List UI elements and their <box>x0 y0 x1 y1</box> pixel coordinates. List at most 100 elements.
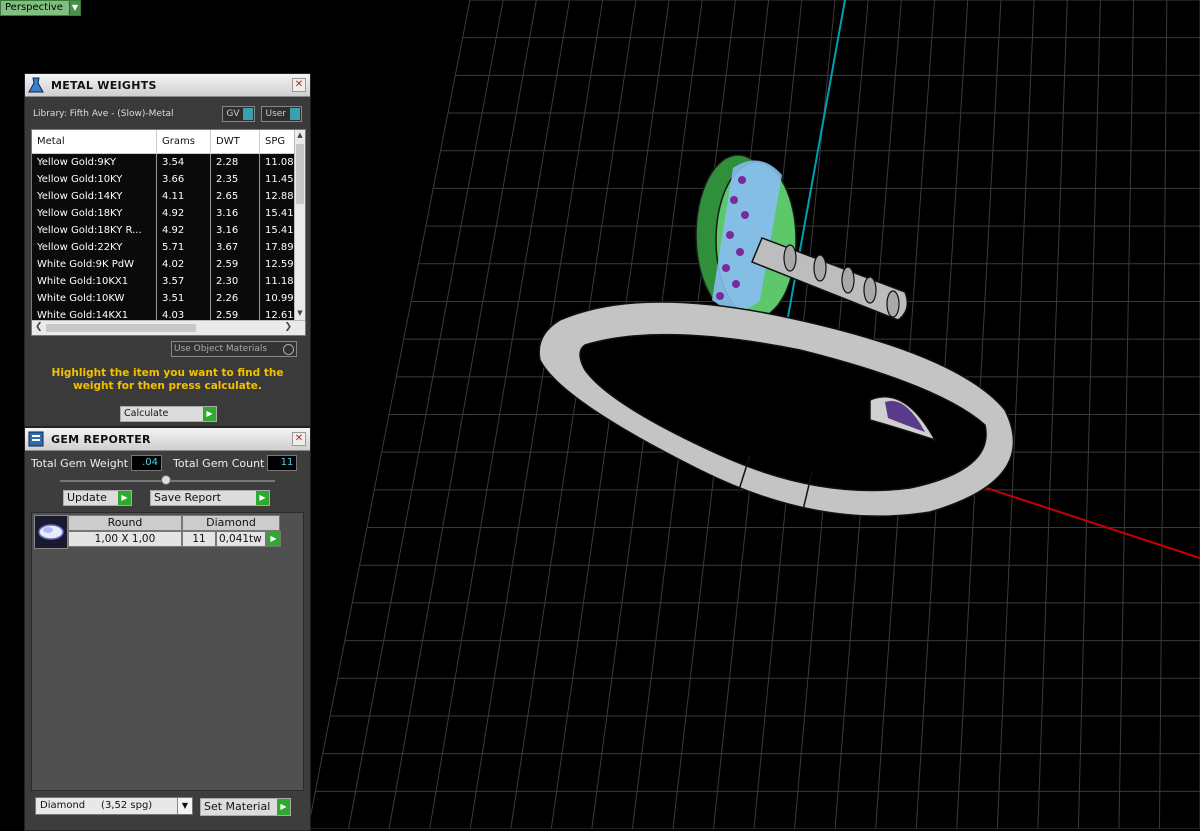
spg-cell: 10.99 <box>259 290 297 307</box>
col-spg[interactable]: SPG <box>259 130 297 154</box>
table-row[interactable]: White Gold:9K PdW 4.02 2.59 12.59 <box>32 256 297 273</box>
gem-reporter-title: GEM REPORTER <box>51 432 151 446</box>
toggle-knob-icon <box>243 108 254 120</box>
spg-cell: 11.45 <box>259 171 297 188</box>
total-gem-weight-label: Total Gem Weight <box>31 456 129 470</box>
vertical-scrollbar[interactable]: ▲ ▼ <box>294 130 305 320</box>
chevron-down-icon[interactable]: ▼ <box>177 798 192 814</box>
perspective-view-tab[interactable]: Perspective ▼ <box>0 0 81 16</box>
spg-cell: 17.89 <box>259 239 297 256</box>
total-gem-count-value: 11 <box>267 455 298 471</box>
gem-list[interactable]: Round Diamond 1,00 X 1,00 11 0,041tw ▶ <box>31 512 304 791</box>
spg-cell: 15.41 <box>259 222 297 239</box>
grams-cell: 3.54 <box>156 153 211 171</box>
play-icon[interactable]: ▶ <box>266 531 281 547</box>
ring-model[interactable] <box>538 154 1015 517</box>
table-row[interactable]: Yellow Gold:18KY R... 4.92 3.16 15.41 <box>32 222 297 239</box>
total-gem-weight-value: .04 <box>131 455 163 471</box>
spg-cell: 15.41 <box>259 205 297 222</box>
save-report-label: Save Report <box>154 491 221 504</box>
metal-table-header: Metal Grams DWT SPG <box>32 130 297 154</box>
table-row[interactable]: Yellow Gold:9KY 3.54 2.28 11.08 <box>32 153 297 171</box>
dwt-cell: 3.16 <box>210 205 260 222</box>
gv-toggle[interactable]: GV <box>222 106 256 122</box>
metal-cell: White Gold:10KW <box>32 290 157 307</box>
gem-slider[interactable] <box>60 475 275 485</box>
dwt-cell: 2.59 <box>210 256 260 273</box>
scroll-up-icon[interactable]: ▲ <box>295 131 305 141</box>
col-metal[interactable]: Metal <box>32 130 157 154</box>
play-icon: ▶ <box>256 491 269 505</box>
material-select[interactable]: Diamond (3,52 spg) ▼ <box>35 797 193 815</box>
use-object-materials-label: Use Object Materials <box>174 344 268 354</box>
chevron-down-icon[interactable]: ▼ <box>68 1 80 15</box>
table-row[interactable]: Yellow Gold:22KY 5.71 3.67 17.89 <box>32 239 297 256</box>
update-label: Update <box>67 491 107 504</box>
gem-reporter-titlebar[interactable]: GEM REPORTER ✕ <box>25 428 310 451</box>
metal-table[interactable]: Metal Grams DWT SPG Yellow Gold:9KY 3.54 2… <box>31 129 306 336</box>
scroll-down-icon[interactable]: ▼ <box>295 309 305 319</box>
grams-cell: 4.11 <box>156 188 211 205</box>
gem-report-icon <box>25 428 47 450</box>
table-row[interactable]: White Gold:10KW 3.51 2.26 10.99 <box>32 290 297 307</box>
set-material-button[interactable]: Set Material ▶ <box>200 798 291 816</box>
close-icon[interactable]: ✕ <box>292 78 306 92</box>
grams-cell: 4.02 <box>156 256 211 273</box>
scroll-right-icon[interactable]: ❯ <box>284 322 292 332</box>
grams-cell: 4.92 <box>156 222 211 239</box>
radio-icon[interactable] <box>283 344 294 355</box>
dwt-cell: 3.16 <box>210 222 260 239</box>
table-row[interactable]: Yellow Gold:18KY 4.92 3.16 15.41 <box>32 205 297 222</box>
scroll-thumb[interactable] <box>296 144 304 204</box>
metal-cell: Yellow Gold:14KY <box>32 188 157 205</box>
gem-material: Diamond <box>182 515 280 531</box>
perspective-label: Perspective <box>5 2 63 13</box>
spg-cell: 12.59 <box>259 256 297 273</box>
horizontal-scrollbar[interactable]: ❮ ❯ <box>32 320 305 335</box>
metal-weights-panel: METAL WEIGHTS ✕ Library: Fifth Ave - (Sl… <box>24 73 311 427</box>
gem-reporter-panel: GEM REPORTER ✕ Total Gem Weight .04 Tota… <box>24 427 311 831</box>
gem-count: 11 <box>182 531 216 547</box>
close-icon[interactable]: ✕ <box>292 432 306 446</box>
table-row[interactable]: Yellow Gold:14KY 4.11 2.65 12.88 <box>32 188 297 205</box>
user-toggle[interactable]: User <box>261 106 302 122</box>
scroll-thumb[interactable] <box>46 324 196 332</box>
grams-cell: 3.66 <box>156 171 211 188</box>
library-label: Library: Fifth Ave - (Slow)-Metal <box>33 109 174 119</box>
update-button[interactable]: Update ▶ <box>63 490 132 506</box>
spg-cell: 11.08 <box>259 153 297 171</box>
flask-icon <box>25 74 47 96</box>
save-report-button[interactable]: Save Report ▶ <box>150 490 270 506</box>
gem-list-item[interactable]: Round Diamond 1,00 X 1,00 11 0,041tw ▶ <box>34 515 281 549</box>
play-icon: ▶ <box>277 799 290 815</box>
gem-shape: Round <box>68 515 182 531</box>
metal-cell: Yellow Gold:22KY <box>32 239 157 256</box>
set-material-label: Set Material <box>204 800 271 813</box>
use-object-materials-checkbox[interactable]: Use Object Materials <box>171 341 297 357</box>
spg-cell: 11.18 <box>259 273 297 290</box>
table-row[interactable]: White Gold:10KX1 3.57 2.30 11.18 <box>32 273 297 290</box>
scroll-left-icon[interactable]: ❮ <box>35 322 43 332</box>
round-diamond-icon <box>34 515 68 549</box>
gem-weight: 0,041tw <box>216 531 266 547</box>
grams-cell: 3.51 <box>156 290 211 307</box>
grams-cell: 3.57 <box>156 273 211 290</box>
metal-cell: White Gold:10KX1 <box>32 273 157 290</box>
dwt-cell: 2.65 <box>210 188 260 205</box>
spg-cell: 12.88 <box>259 188 297 205</box>
dwt-cell: 2.28 <box>210 153 260 171</box>
col-grams[interactable]: Grams <box>156 130 211 154</box>
calculate-hint: Highlight the item you want to find the … <box>51 367 284 392</box>
total-gem-count-label: Total Gem Count <box>173 456 265 470</box>
metal-cell: Yellow Gold:18KY R... <box>32 222 157 239</box>
metal-cell: Yellow Gold:18KY <box>32 205 157 222</box>
metal-weights-titlebar[interactable]: METAL WEIGHTS ✕ <box>25 74 310 97</box>
metal-cell: Yellow Gold:10KY <box>32 171 157 188</box>
calculate-button[interactable]: Calculate ▶ <box>120 406 217 422</box>
col-dwt[interactable]: DWT <box>210 130 260 154</box>
slider-handle[interactable] <box>161 475 171 485</box>
calculate-label: Calculate <box>124 408 169 419</box>
gem-size: 1,00 X 1,00 <box>68 531 182 547</box>
material-select-value: Diamond (3,52 spg) <box>40 800 153 811</box>
table-row[interactable]: Yellow Gold:10KY 3.66 2.35 11.45 <box>32 171 297 188</box>
